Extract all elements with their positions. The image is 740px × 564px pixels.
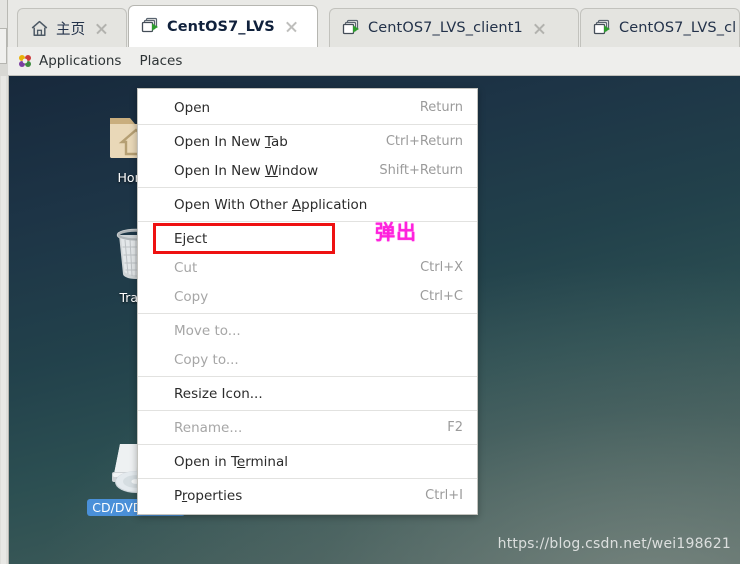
vm-tab-3[interactable]: CentOS7_LVS_cl (580, 8, 740, 47)
gnome-foot-icon (17, 53, 33, 69)
menu-separator (138, 410, 477, 411)
menu-item-properties[interactable]: Properties Ctrl+I (138, 481, 477, 510)
menu-item-label: Open In New Window (174, 162, 319, 179)
sidebar-collapse-handle[interactable] (0, 28, 7, 64)
menu-item-label: Open (174, 99, 211, 116)
menu-item-move-to: Move to... (138, 316, 477, 345)
menu-item-label: Rename... (174, 419, 243, 436)
menu-item-open[interactable]: Open Return (138, 93, 477, 122)
menu-item-shortcut: Shift+Return (379, 163, 463, 178)
menu-item-label: Resize Icon... (174, 385, 263, 402)
menu-item-rename: Rename... F2 (138, 413, 477, 442)
menu-separator (138, 376, 477, 377)
menu-item-label: Eject (174, 230, 208, 247)
menu-item-resize-icon[interactable]: Resize Icon... (138, 379, 477, 408)
menu-separator (138, 313, 477, 314)
menu-item-copy: Copy Ctrl+C (138, 282, 477, 311)
gnome-top-panel: Applications Places (8, 47, 740, 76)
menu-item-open-with-other-application[interactable]: Open With Other Application (138, 190, 477, 219)
menu-separator (138, 221, 477, 222)
tab-close-icon[interactable] (284, 19, 299, 34)
menu-item-open-in-new-window[interactable]: Open In New Window Shift+Return (138, 156, 477, 185)
applications-menu[interactable]: Applications (8, 47, 130, 76)
screenshot-root: 主页 CentOS7_LVS CentOS7_LVS_client1 CentOS7_… (0, 0, 740, 564)
tab-close-icon[interactable] (94, 21, 109, 36)
vm-tab-label: CentOS7_LVS_cl (619, 20, 737, 36)
menu-item-cut: Cut Ctrl+X (138, 253, 477, 282)
menu-item-label: Cut (174, 259, 198, 276)
vm-icon (141, 17, 160, 36)
menu-item-shortcut: Ctrl+C (419, 289, 463, 304)
menu-separator (138, 478, 477, 479)
vmware-tab-bar: 主页 CentOS7_LVS CentOS7_LVS_client1 CentOS7_… (0, 0, 740, 64)
menu-item-shortcut: F2 (447, 420, 463, 435)
vm-tab-1[interactable]: CentOS7_LVS (128, 5, 318, 47)
vm-tab-label: CentOS7_LVS (167, 18, 275, 35)
vm-icon (593, 19, 612, 38)
menu-item-shortcut: Ctrl+Return (385, 134, 463, 149)
home-icon (30, 19, 49, 38)
vm-tab-label: CentOS7_LVS_client1 (368, 20, 523, 36)
menu-separator (138, 444, 477, 445)
menu-item-shortcut: Ctrl+X (420, 260, 463, 275)
vm-tab-label: 主页 (56, 21, 86, 38)
menu-item-open-in-terminal[interactable]: Open in Terminal (138, 447, 477, 476)
menu-item-label: Copy to... (174, 351, 239, 368)
menu-item-copy-to: Copy to... (138, 345, 477, 374)
menu-item-label: Open in Terminal (174, 453, 289, 470)
tab-close-icon[interactable] (532, 21, 547, 36)
menu-item-label: Open With Other Application (174, 196, 368, 213)
menu-item-shortcut: Ctrl+I (425, 488, 463, 503)
menu-item-shortcut: Return (419, 100, 463, 115)
menu-item-eject[interactable]: Eject (138, 223, 477, 254)
menu-item-label: Properties (174, 487, 243, 504)
menu-item-label: Open In New Tab (174, 133, 288, 150)
menu-separator (138, 124, 477, 125)
places-label: Places (139, 53, 183, 69)
menu-item-label: Copy (174, 288, 209, 305)
annotation-eject-chinese: 弹出 (375, 220, 417, 244)
vm-tab-2[interactable]: CentOS7_LVS_client1 (329, 8, 579, 47)
vm-tab-0[interactable]: 主页 (17, 8, 127, 47)
desktop-context-menu[interactable]: Open Return Open In New Tab Ctrl+Return Open… (137, 88, 478, 515)
vm-icon (342, 19, 361, 38)
desktop-left-border (0, 76, 9, 564)
watermark-text: https://blog.csdn.net/wei198621 (497, 536, 731, 552)
menu-item-open-in-new-tab[interactable]: Open In New Tab Ctrl+Return (138, 127, 477, 156)
applications-label: Applications (39, 53, 122, 69)
menu-separator (138, 187, 477, 188)
places-menu[interactable]: Places (130, 47, 191, 76)
menu-item-label: Move to... (174, 322, 241, 339)
